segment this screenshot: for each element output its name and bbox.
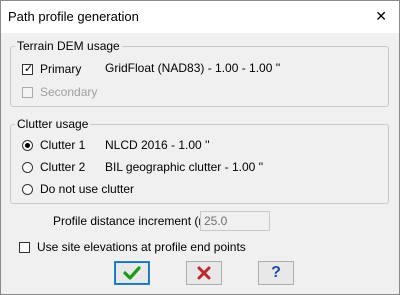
site-elev-label: Use site elevations at profile end point…: [37, 240, 246, 254]
ok-button[interactable]: [114, 261, 150, 285]
x-icon: [197, 266, 211, 280]
no-clutter-radio[interactable]: [22, 183, 33, 195]
clutter-legend: Clutter usage: [17, 117, 89, 131]
close-icon[interactable]: ✕: [375, 8, 387, 25]
dialog-window: Path profile generation ✕ Terrain DEM us…: [0, 0, 400, 295]
clutter2-radio[interactable]: [22, 161, 33, 173]
clutter1-value: NLCD 2016 - 1.00 '': [105, 138, 210, 152]
secondary-checkbox: [22, 86, 33, 98]
increment-label: Profile distance increment (m): [53, 214, 213, 228]
no-clutter-radio-row[interactable]: Do not use clutter: [22, 182, 134, 196]
clutter1-radio[interactable]: [22, 139, 33, 151]
clutter1-radio-row[interactable]: Clutter 1: [22, 138, 85, 152]
terrain-legend: Terrain DEM usage: [17, 39, 120, 53]
title-bar: Path profile generation ✕: [1, 1, 399, 33]
primary-label: Primary: [40, 62, 82, 76]
no-clutter-label: Do not use clutter: [40, 182, 135, 196]
clutter2-value: BIL geographic clutter - 1.00 '': [105, 160, 264, 174]
primary-checkbox[interactable]: ✓: [22, 62, 34, 75]
clutter1-label: Clutter 1: [40, 138, 86, 152]
question-icon: ?: [271, 264, 281, 281]
clutter2-radio-row[interactable]: Clutter 2: [22, 160, 85, 174]
window-title: Path profile generation: [8, 9, 139, 24]
radio-selected-dot: [25, 142, 30, 148]
increment-input[interactable]: [200, 211, 270, 231]
check-icon: [123, 266, 141, 280]
secondary-label: Secondary: [40, 85, 98, 99]
site-elev-checkbox[interactable]: [19, 241, 30, 253]
secondary-checkbox-row: Secondary: [22, 85, 97, 99]
clutter2-label: Clutter 2: [40, 160, 86, 174]
cancel-button[interactable]: [186, 261, 222, 285]
primary-dem-value: GridFloat (NAD83) - 1.00 - 1.00 '': [105, 61, 281, 75]
help-button[interactable]: ?: [258, 261, 294, 285]
site-elev-checkbox-row[interactable]: Use site elevations at profile end point…: [19, 240, 246, 254]
primary-checkbox-row[interactable]: ✓ Primary: [22, 62, 81, 76]
check-icon: ✓: [24, 62, 34, 75]
